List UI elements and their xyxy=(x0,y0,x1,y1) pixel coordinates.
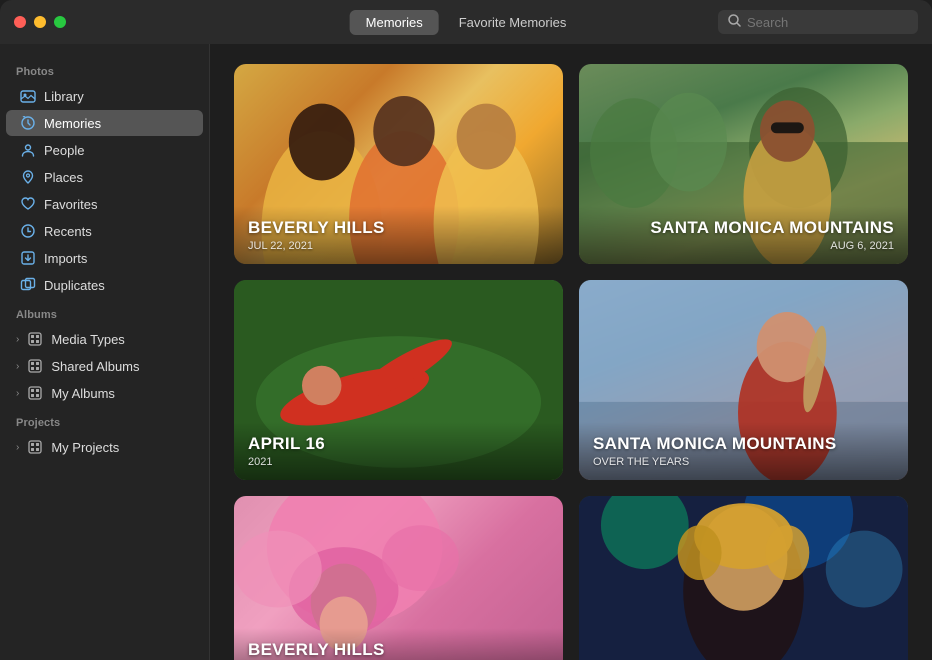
memory-overlay-2: Santa Monica Mountains AUG 6, 2021 xyxy=(579,206,908,264)
memory-subtitle-3: 2021 xyxy=(248,456,549,468)
sidebar-item-people[interactable]: People xyxy=(6,137,203,163)
memory-subtitle-1: JUL 22, 2021 xyxy=(248,240,549,252)
projects-section-label: Projects xyxy=(0,407,209,433)
sidebar-item-places[interactable]: Places xyxy=(6,164,203,190)
memory-subtitle-4: OVER THE YEARS xyxy=(593,456,894,468)
memory-card-santa-monica-2[interactable]: Santa Monica Mountains OVER THE YEARS xyxy=(579,280,908,480)
sidebar-group-shared-albums[interactable]: › Shared Albums xyxy=(6,353,203,379)
chevron-right-icon: › xyxy=(16,334,19,345)
places-label: Places xyxy=(44,170,83,185)
memory-card-beverly-hills-1[interactable]: BEVERLY HILLS JUL 22, 2021 xyxy=(234,64,563,264)
titlebar: Memories Favorite Memories xyxy=(0,0,932,44)
library-icon xyxy=(20,88,36,104)
memory-title-1: BEVERLY HILLS xyxy=(248,218,549,238)
media-types-label: Media Types xyxy=(51,332,124,347)
minimize-button[interactable] xyxy=(34,16,46,28)
media-types-icon xyxy=(27,331,43,347)
recents-icon xyxy=(20,223,36,239)
albums-section-label: Albums xyxy=(0,299,209,325)
search-icon xyxy=(728,14,741,30)
sidebar-item-library[interactable]: Library xyxy=(6,83,203,109)
shared-albums-label: Shared Albums xyxy=(51,359,139,374)
sidebar-group-my-albums[interactable]: › My Albums xyxy=(6,380,203,406)
memories-icon xyxy=(20,115,36,131)
sidebar-item-duplicates[interactable]: Duplicates xyxy=(6,272,203,298)
imports-icon xyxy=(20,250,36,266)
chevron-right-icon-2: › xyxy=(16,361,19,372)
sidebar-item-memories[interactable]: Memories xyxy=(6,110,203,136)
sidebar-item-imports[interactable]: Imports xyxy=(6,245,203,271)
my-albums-icon xyxy=(27,385,43,401)
recents-label: Recents xyxy=(44,224,92,239)
chevron-right-icon-3: › xyxy=(16,388,19,399)
memory-card-santa-monica-1[interactable]: Santa Monica Mountains AUG 6, 2021 xyxy=(579,64,908,264)
memory-overlay-1: BEVERLY HILLS JUL 22, 2021 xyxy=(234,206,563,264)
search-input[interactable] xyxy=(747,15,908,30)
memories-label: Memories xyxy=(44,116,101,131)
shared-albums-icon xyxy=(27,358,43,374)
my-albums-label: My Albums xyxy=(51,386,115,401)
tab-favorite-memories[interactable]: Favorite Memories xyxy=(443,10,583,35)
search-box[interactable] xyxy=(718,10,918,34)
favorites-icon xyxy=(20,196,36,212)
content-area: BEVERLY HILLS JUL 22, 2021 xyxy=(210,44,932,660)
memory-title-4: Santa Monica Mountains xyxy=(593,434,894,454)
library-label: Library xyxy=(44,89,84,104)
memories-grid: BEVERLY HILLS JUL 22, 2021 xyxy=(234,64,908,660)
maximize-button[interactable] xyxy=(54,16,66,28)
traffic-lights xyxy=(14,16,66,28)
tab-memories[interactable]: Memories xyxy=(350,10,439,35)
memory-card-beverly-hills-2[interactable]: Beverly Hills JUL 28, 2021 xyxy=(234,496,563,660)
photos-section-label: Photos xyxy=(0,56,209,82)
sidebar: Photos Library Memories xyxy=(0,44,210,660)
sidebar-group-media-types[interactable]: › Media Types xyxy=(6,326,203,352)
close-button[interactable] xyxy=(14,16,26,28)
memory-overlay-5: Beverly Hills JUL 28, 2021 xyxy=(234,628,563,660)
tab-bar: Memories Favorite Memories xyxy=(350,10,583,35)
memory-title-5: Beverly Hills xyxy=(248,640,549,660)
people-label: People xyxy=(44,143,84,158)
chevron-right-icon-4: › xyxy=(16,442,19,453)
places-icon xyxy=(20,169,36,185)
my-projects-label: My Projects xyxy=(51,440,119,455)
memory-card-april-16[interactable]: APRIL 16 2021 xyxy=(234,280,563,480)
duplicates-icon xyxy=(20,277,36,293)
my-projects-icon xyxy=(27,439,43,455)
sidebar-item-favorites[interactable]: Favorites xyxy=(6,191,203,217)
main-layout: Photos Library Memories xyxy=(0,44,932,660)
favorites-label: Favorites xyxy=(44,197,97,212)
memory-overlay-3: APRIL 16 2021 xyxy=(234,422,563,480)
memory-subtitle-2: AUG 6, 2021 xyxy=(593,240,894,252)
sidebar-item-recents[interactable]: Recents xyxy=(6,218,203,244)
sidebar-group-my-projects[interactable]: › My Projects xyxy=(6,434,203,460)
imports-label: Imports xyxy=(44,251,87,266)
people-icon xyxy=(20,142,36,158)
memory-card-blue-portrait[interactable] xyxy=(579,496,908,660)
duplicates-label: Duplicates xyxy=(44,278,105,293)
memory-title-2: Santa Monica Mountains xyxy=(593,218,894,238)
memory-overlay-4: Santa Monica Mountains OVER THE YEARS xyxy=(579,422,908,480)
memory-title-3: APRIL 16 xyxy=(248,434,549,454)
